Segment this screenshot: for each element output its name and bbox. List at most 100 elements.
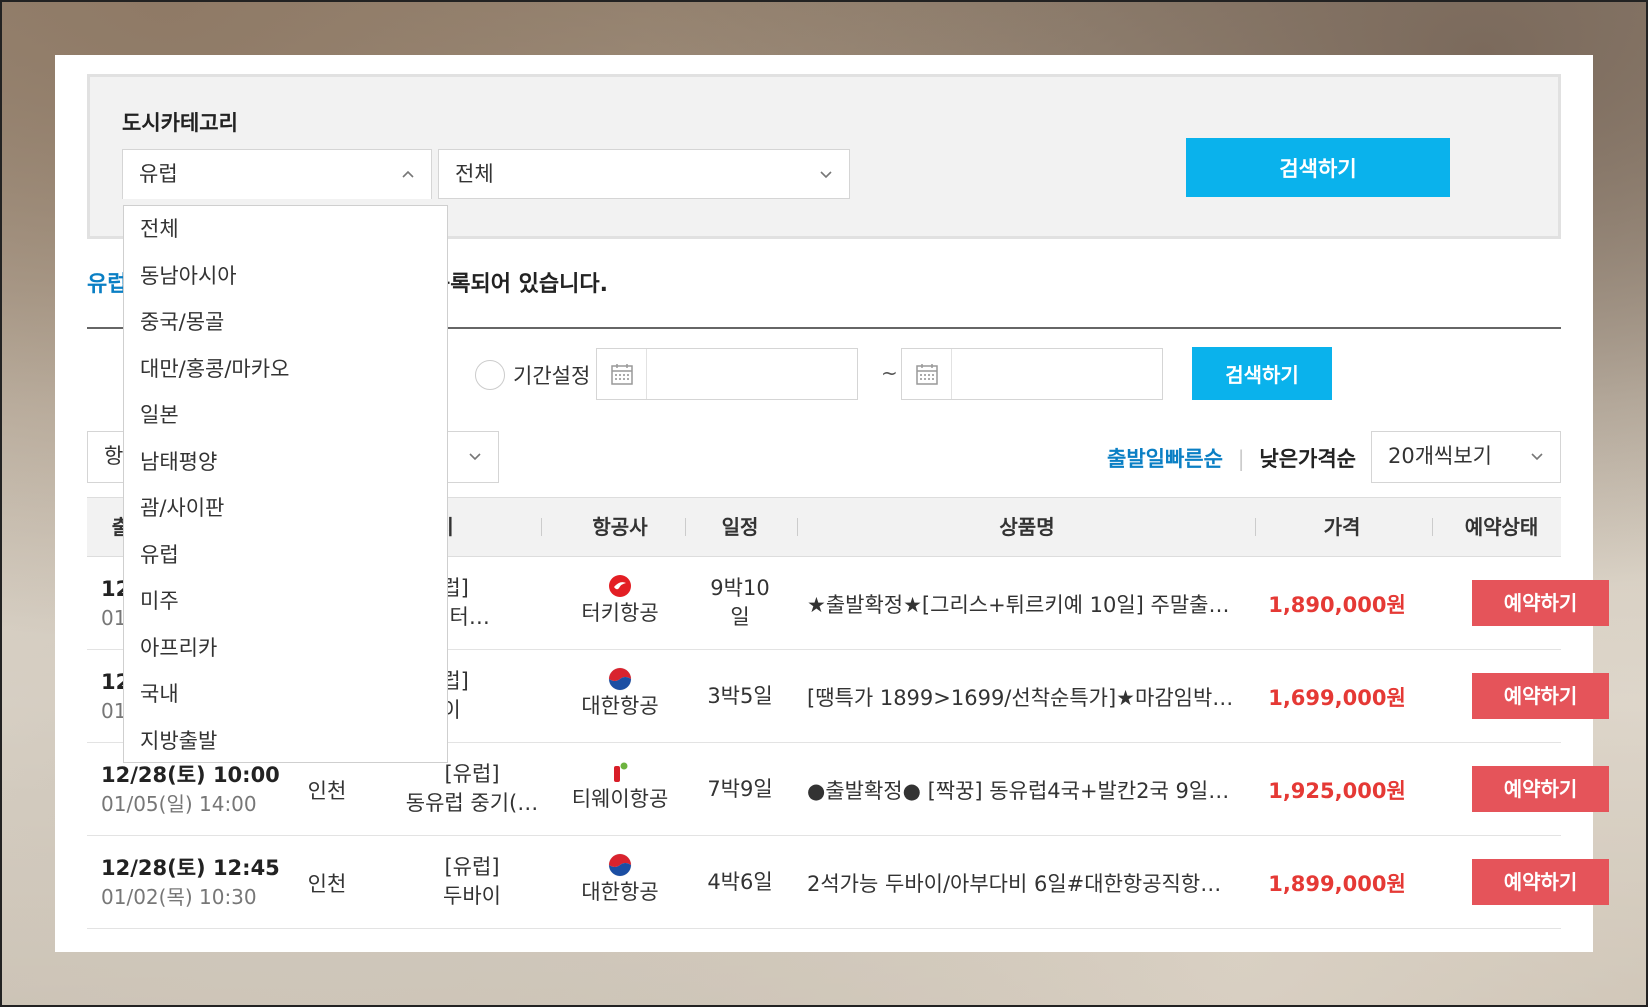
schedule-line1: 4박6일 — [707, 870, 773, 894]
dropdown-option[interactable]: 중국/몽골 — [124, 299, 447, 346]
region-select[interactable]: 유럽 — [122, 149, 432, 199]
header-separator — [541, 518, 542, 536]
product-name[interactable]: ★출발확정★[그리스+튀르키예 10일] 주말출발 … — [807, 589, 1237, 619]
header-separator — [797, 518, 798, 536]
departure-date: 12/28(토) 12:45 — [101, 856, 280, 880]
end-date-field[interactable] — [901, 348, 1163, 400]
airline-name: 대한항공 — [581, 694, 659, 718]
tway-logo-icon — [555, 759, 685, 785]
chevron-up-icon — [402, 170, 414, 178]
destination-cell: [유럽] 동유럽 중기(… — [397, 760, 547, 818]
chevron-down-icon — [469, 453, 481, 461]
airline-cell: 대한항공 — [555, 666, 685, 720]
airline-cell: 터키항공 — [555, 573, 685, 627]
result-text: 등록되어 있습니다. — [430, 272, 608, 297]
th-schedule: 일정 — [721, 515, 759, 539]
product-name[interactable]: ●출발확정● [짝꿍] 동유럽4국+발칸2국 9일(체… — [807, 775, 1237, 805]
chevron-down-icon — [1531, 453, 1543, 461]
origin-city: 인천 — [307, 779, 347, 803]
schedule-line2: 일 — [730, 605, 750, 629]
turkish-airlines-logo-icon — [555, 573, 685, 599]
destination-region: [유럽] — [444, 762, 500, 786]
th-product: 상품명 — [999, 515, 1055, 539]
schedule-cell: 4박6일 — [695, 868, 785, 897]
header-separator — [1432, 518, 1433, 536]
book-button[interactable]: 예약하기 — [1472, 859, 1609, 905]
sort-separator: | — [1237, 447, 1245, 471]
dropdown-option[interactable]: 지방출발 — [124, 718, 447, 765]
airline-cell: 티웨이항공 — [555, 759, 685, 813]
korean-air-logo-icon — [555, 666, 685, 692]
destination-region: [유럽] — [444, 855, 500, 879]
sort-departure-link[interactable]: 출발일빠른순 — [1107, 447, 1223, 471]
search-button[interactable]: 검색하기 — [1186, 138, 1450, 197]
schedule-line1: 3박5일 — [707, 684, 773, 708]
dropdown-option[interactable]: 전체 — [124, 206, 447, 253]
dropdown-option[interactable]: 남태평양 — [124, 439, 447, 486]
origin-city: 인천 — [307, 872, 347, 896]
airline-name: 터키항공 — [581, 601, 659, 625]
korean-air-logo-icon — [555, 852, 685, 878]
dropdown-option[interactable]: 미주 — [124, 578, 447, 625]
result-category: 유럽 — [87, 272, 128, 297]
sort-price-link[interactable]: 낮은가격순 — [1259, 447, 1356, 471]
region-dropdown-list: 전체 동남아시아 중국/몽골 대만/홍콩/마카오 일본 남태평양 괌/사이판 유… — [123, 205, 448, 763]
dropdown-option[interactable]: 아프리카 — [124, 625, 447, 672]
return-date: 01/05(일) 14:00 — [101, 792, 257, 816]
dropdown-option[interactable]: 괌/사이판 — [124, 485, 447, 532]
price: 1,925,000원 — [1268, 779, 1406, 803]
book-button[interactable]: 예약하기 — [1472, 580, 1609, 626]
airline-cell: 대한항공 — [555, 852, 685, 906]
book-button[interactable]: 예약하기 — [1472, 766, 1609, 812]
dropdown-option[interactable]: 동남아시아 — [124, 253, 447, 300]
city-select[interactable]: 전체 — [438, 149, 850, 199]
schedule-cell: 9박10 일 — [695, 574, 785, 632]
airline-name: 티웨이항공 — [571, 787, 669, 811]
price: 1,890,000원 — [1268, 593, 1406, 617]
period-radio[interactable] — [475, 360, 505, 390]
schedule-cell: 3박5일 — [695, 682, 785, 711]
city-select-value: 전체 — [455, 162, 494, 186]
sort-links: 출발일빠른순 | 낮은가격순 — [1107, 443, 1356, 473]
departure-cell: 12/28(토) 12:45 01/02(목) 10:30 — [101, 853, 280, 911]
search-title: 도시카테고리 — [122, 111, 238, 135]
header-separator — [685, 518, 686, 536]
period-search-button[interactable]: 검색하기 — [1192, 347, 1332, 400]
main-panel: 도시카테고리 유럽 전체 검색하기 유럽 등록되어 있습니다. 기간설정 ~ 검… — [55, 55, 1609, 952]
dropdown-option[interactable]: 대만/홍콩/마카오 — [124, 346, 447, 393]
airline-select-value: 항 — [104, 444, 124, 468]
schedule-cell: 7박9일 — [695, 775, 785, 804]
calendar-icon[interactable] — [902, 349, 952, 399]
th-airline: 항공사 — [592, 515, 648, 539]
dropdown-option[interactable]: 일본 — [124, 392, 447, 439]
result-summary: 유럽 등록되어 있습니다. — [87, 266, 608, 298]
departure-date: 12/28(토) 10:00 — [101, 763, 280, 787]
dropdown-option[interactable]: 국내 — [124, 671, 447, 718]
table-row[interactable]: 12/28(토) 12:45 01/02(목) 10:30 인천 [유럽] 두바… — [87, 836, 1609, 929]
chevron-down-icon — [820, 171, 832, 179]
destination-cell: [유럽] 두바이 — [397, 853, 547, 911]
period-label: 기간설정 — [513, 364, 591, 388]
page-size-value: 20개씩보기 — [1388, 444, 1493, 468]
start-date-field[interactable] — [596, 348, 858, 400]
dropdown-option[interactable]: 유럽 — [124, 532, 447, 579]
destination-city: 두바이 — [443, 884, 501, 908]
schedule-line1: 7박9일 — [707, 777, 773, 801]
departure-cell: 12/28(토) 10:00 01/05(일) 14:00 — [101, 760, 280, 818]
date-range-separator: ~ — [881, 361, 898, 385]
page-size-select[interactable]: 20개씩보기 — [1371, 431, 1561, 483]
book-button[interactable]: 예약하기 — [1472, 673, 1609, 719]
product-name[interactable]: 2석가능 두바이/아부다비 6일#대한항공직항#월… — [807, 868, 1237, 898]
schedule-line1: 9박10 — [710, 576, 770, 600]
calendar-icon[interactable] — [597, 349, 647, 399]
header-separator — [1255, 518, 1256, 536]
return-date: 01/02(목) 10:30 — [101, 885, 257, 909]
price: 1,899,000원 — [1268, 872, 1406, 896]
region-select-value: 유럽 — [139, 162, 178, 186]
price: 1,699,000원 — [1268, 686, 1406, 710]
destination-city: 동유럽 중기(… — [405, 791, 539, 815]
th-status: 예약상태 — [1464, 515, 1539, 539]
airline-name: 대한항공 — [581, 880, 659, 904]
th-price: 가격 — [1323, 515, 1361, 539]
product-name[interactable]: [땡특가 1899>1699/선착순특가]★마감임박★[… — [807, 682, 1237, 712]
